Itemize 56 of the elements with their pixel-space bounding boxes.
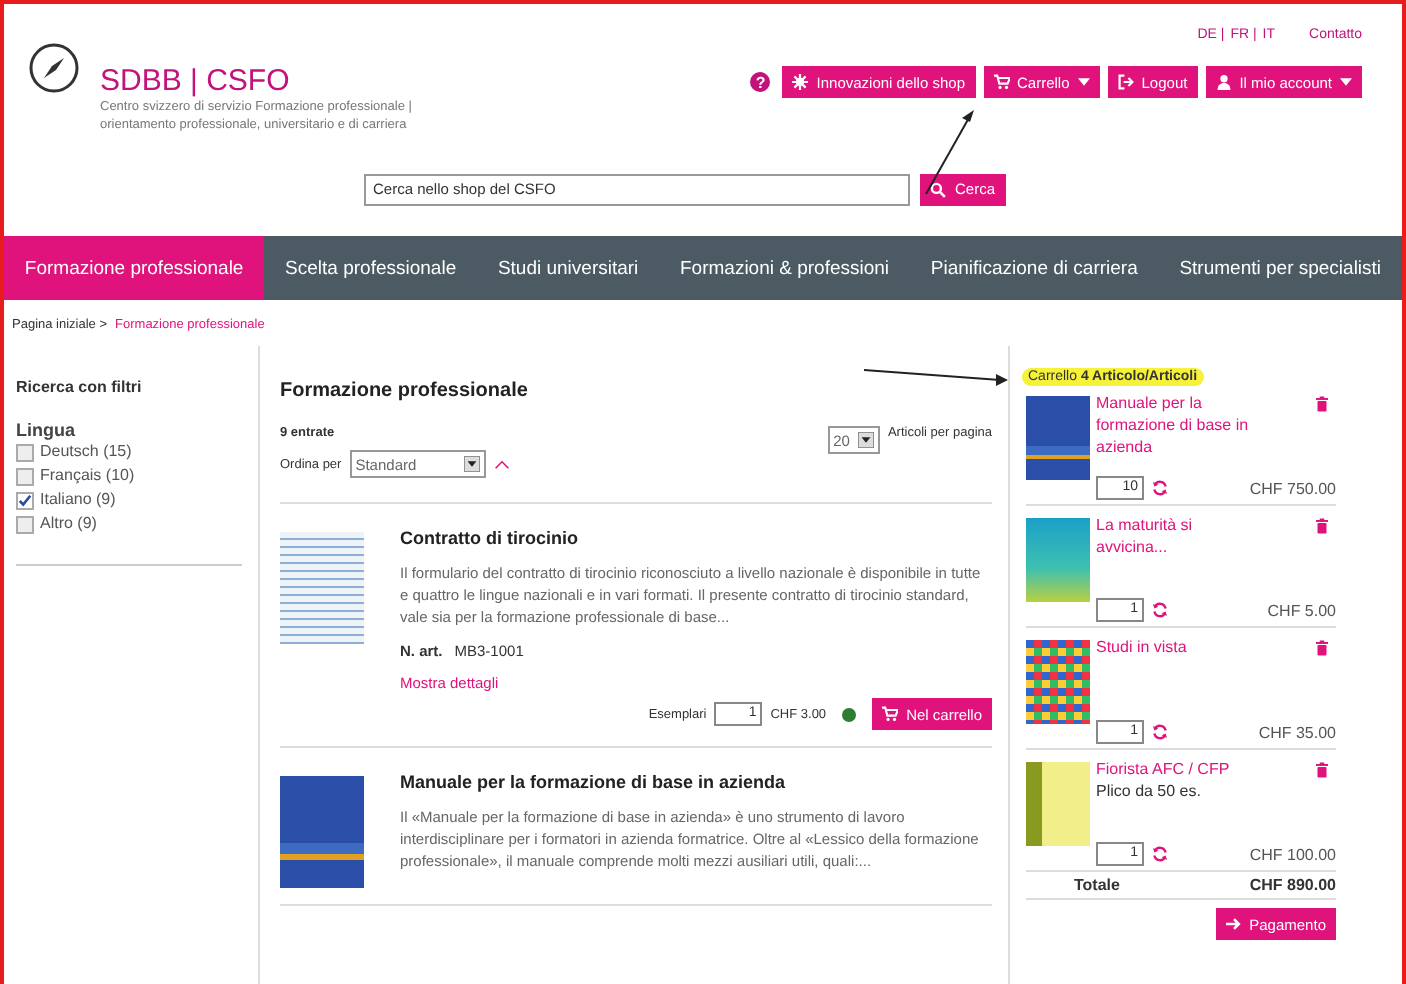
arrow-right-icon (1225, 916, 1242, 932)
trash-icon[interactable] (1316, 396, 1328, 412)
nav-tab[interactable]: Pianificazione di carriera (909, 236, 1159, 300)
cart-item-price: CHF 5.00 (1267, 601, 1336, 619)
search-icon (930, 181, 947, 197)
product-thumbnail[interactable] (280, 532, 364, 644)
product-thumbnail[interactable] (280, 776, 364, 888)
user-icon (1215, 74, 1232, 90)
nav-tab[interactable]: Strumenti per specialisti (1158, 236, 1402, 300)
refresh-icon[interactable] (1152, 480, 1168, 496)
filter-group-label: Lingua (16, 420, 77, 440)
cart-item-price: CHF 100.00 (1249, 845, 1336, 863)
checkbox[interactable] (16, 467, 34, 485)
refresh-icon[interactable] (1152, 846, 1168, 862)
filter-option-label: Italiano (9) (40, 488, 116, 512)
checkbox[interactable] (16, 515, 34, 533)
help-icon[interactable]: ? (750, 72, 771, 92)
trash-icon[interactable] (1316, 518, 1328, 534)
filter-option-label: Deutsch (15) (40, 440, 132, 464)
filter-option-label: Altro (9) (40, 512, 97, 536)
product-thumbnail[interactable] (1026, 396, 1090, 480)
logout-icon (1117, 74, 1134, 90)
cart-icon (993, 74, 1009, 90)
cart-item-price: CHF 35.00 (1258, 723, 1336, 741)
nav-tab[interactable]: Formazioni & professioni (659, 236, 910, 300)
cart-item-title[interactable]: La maturità si avvicina... (1096, 514, 1252, 558)
trash-icon[interactable] (1316, 762, 1328, 778)
cart-icon (882, 706, 899, 722)
dropdown-arrow-icon (463, 456, 480, 472)
cart-item-subtitle: Plico da 50 es. (1096, 780, 1203, 802)
filter-heading: Ricerca con filtri (16, 378, 144, 396)
product-thumbnail[interactable] (1026, 640, 1090, 724)
refresh-icon[interactable] (1152, 602, 1168, 618)
sort-direction-icon[interactable] (493, 459, 510, 469)
total-price: CHF 890.00 (1249, 876, 1336, 894)
nav-tab[interactable]: Scelta professionale (264, 236, 478, 300)
product-title[interactable]: Contratto di tirocinio (400, 528, 992, 548)
checkbox[interactable] (16, 443, 34, 461)
dropdown-arrow-icon (857, 432, 874, 448)
checkbox[interactable] (16, 491, 34, 509)
cart-item-title[interactable]: Fiorista AFC / CFP (1096, 758, 1230, 780)
compass-logo-icon (28, 42, 80, 94)
nav-tab[interactable]: Formazione professionale (4, 236, 265, 300)
total-label: Totale (1074, 876, 1120, 894)
cart-item-title[interactable]: Manuale per la formazione di base in azienda (1096, 392, 1252, 458)
trash-icon[interactable] (1316, 640, 1328, 656)
section-heading: Formazione professionale (280, 380, 528, 402)
logo-title[interactable]: SDBB | CSFO (100, 66, 412, 98)
nav-tab[interactable]: Studi universitari (477, 236, 660, 300)
product-thumbnail[interactable] (1026, 518, 1090, 602)
product-thumbnail[interactable] (1026, 762, 1090, 846)
cart-item-title[interactable]: Studi in vista (1096, 636, 1187, 658)
refresh-icon[interactable] (1152, 724, 1168, 740)
filter-option-label: Français (10) (40, 464, 135, 488)
cart-item-price: CHF 750.00 (1249, 479, 1336, 497)
product-title[interactable]: Manuale per la formazione di base in azienda (400, 772, 992, 792)
